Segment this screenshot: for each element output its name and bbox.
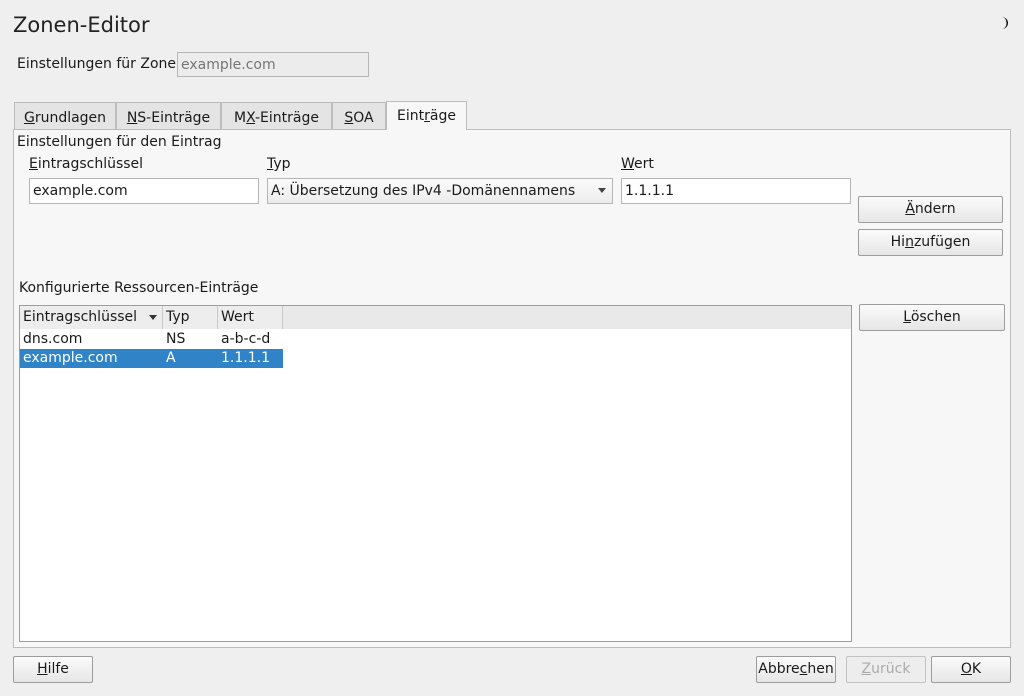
window-title: Zonen-Editor — [13, 13, 150, 37]
moon-icon[interactable] — [998, 16, 1012, 30]
cell-value: a-b-c-d — [221, 331, 271, 347]
table-row-selected[interactable]: example.com A 1.1.1.1 — [20, 349, 283, 368]
delete-button[interactable]: Löschen — [859, 304, 1005, 331]
type-label: Typ — [267, 156, 291, 172]
cancel-button[interactable]: Abbrechen — [756, 656, 836, 683]
value-label: Wert — [621, 156, 654, 172]
table-header: Eintragschlüssel Typ Wert — [20, 306, 851, 329]
sort-down-icon — [149, 315, 157, 320]
chevron-down-icon — [598, 188, 606, 193]
cell-key: dns.com — [23, 331, 83, 347]
column-header-key[interactable]: Eintragschlüssel — [20, 306, 163, 329]
value-input[interactable]: 1.1.1.1 — [621, 178, 851, 204]
zone-input[interactable] — [177, 52, 369, 77]
entry-group-label: Einstellungen für den Eintrag — [17, 134, 222, 150]
cell-value: 1.1.1.1 — [221, 350, 270, 366]
tab-ns-eintraege[interactable]: NS-Einträge — [116, 102, 221, 130]
back-button: Zurück — [846, 656, 926, 683]
add-button[interactable]: Hinzufügen — [858, 229, 1003, 256]
type-select-value: A: Übersetzung des IPv4 -Domänennamens — [271, 183, 576, 199]
change-button[interactable]: Ändern — [858, 196, 1003, 223]
type-select[interactable]: A: Übersetzung des IPv4 -Domänennamens — [267, 178, 613, 204]
help-button[interactable]: Hilfe — [13, 656, 93, 683]
column-header-value[interactable]: Wert — [218, 306, 283, 329]
table-row[interactable]: dns.com NS a-b-c-d — [20, 330, 283, 349]
key-label: Eintragschlüssel — [29, 156, 144, 172]
key-input[interactable]: example.com — [29, 178, 259, 204]
zone-label: Einstellungen für Zone — [17, 56, 177, 72]
tab-mx-eintraege[interactable]: MX-Einträge — [221, 102, 332, 130]
records-table[interactable]: Eintragschlüssel Typ Wert dns.com NS a-b… — [19, 305, 852, 642]
tab-grundlagen[interactable]: Grundlagen — [14, 102, 116, 130]
tab-eintraege[interactable]: Einträge — [386, 101, 467, 130]
cell-type: NS — [166, 331, 186, 347]
cell-key: example.com — [23, 350, 118, 366]
cell-type: A — [166, 350, 176, 366]
records-label: Konfigurierte Ressourcen-Einträge — [19, 280, 259, 296]
column-header-type[interactable]: Typ — [163, 306, 218, 329]
ok-button[interactable]: OK — [931, 656, 1011, 683]
tab-soa[interactable]: SOA — [332, 102, 386, 130]
